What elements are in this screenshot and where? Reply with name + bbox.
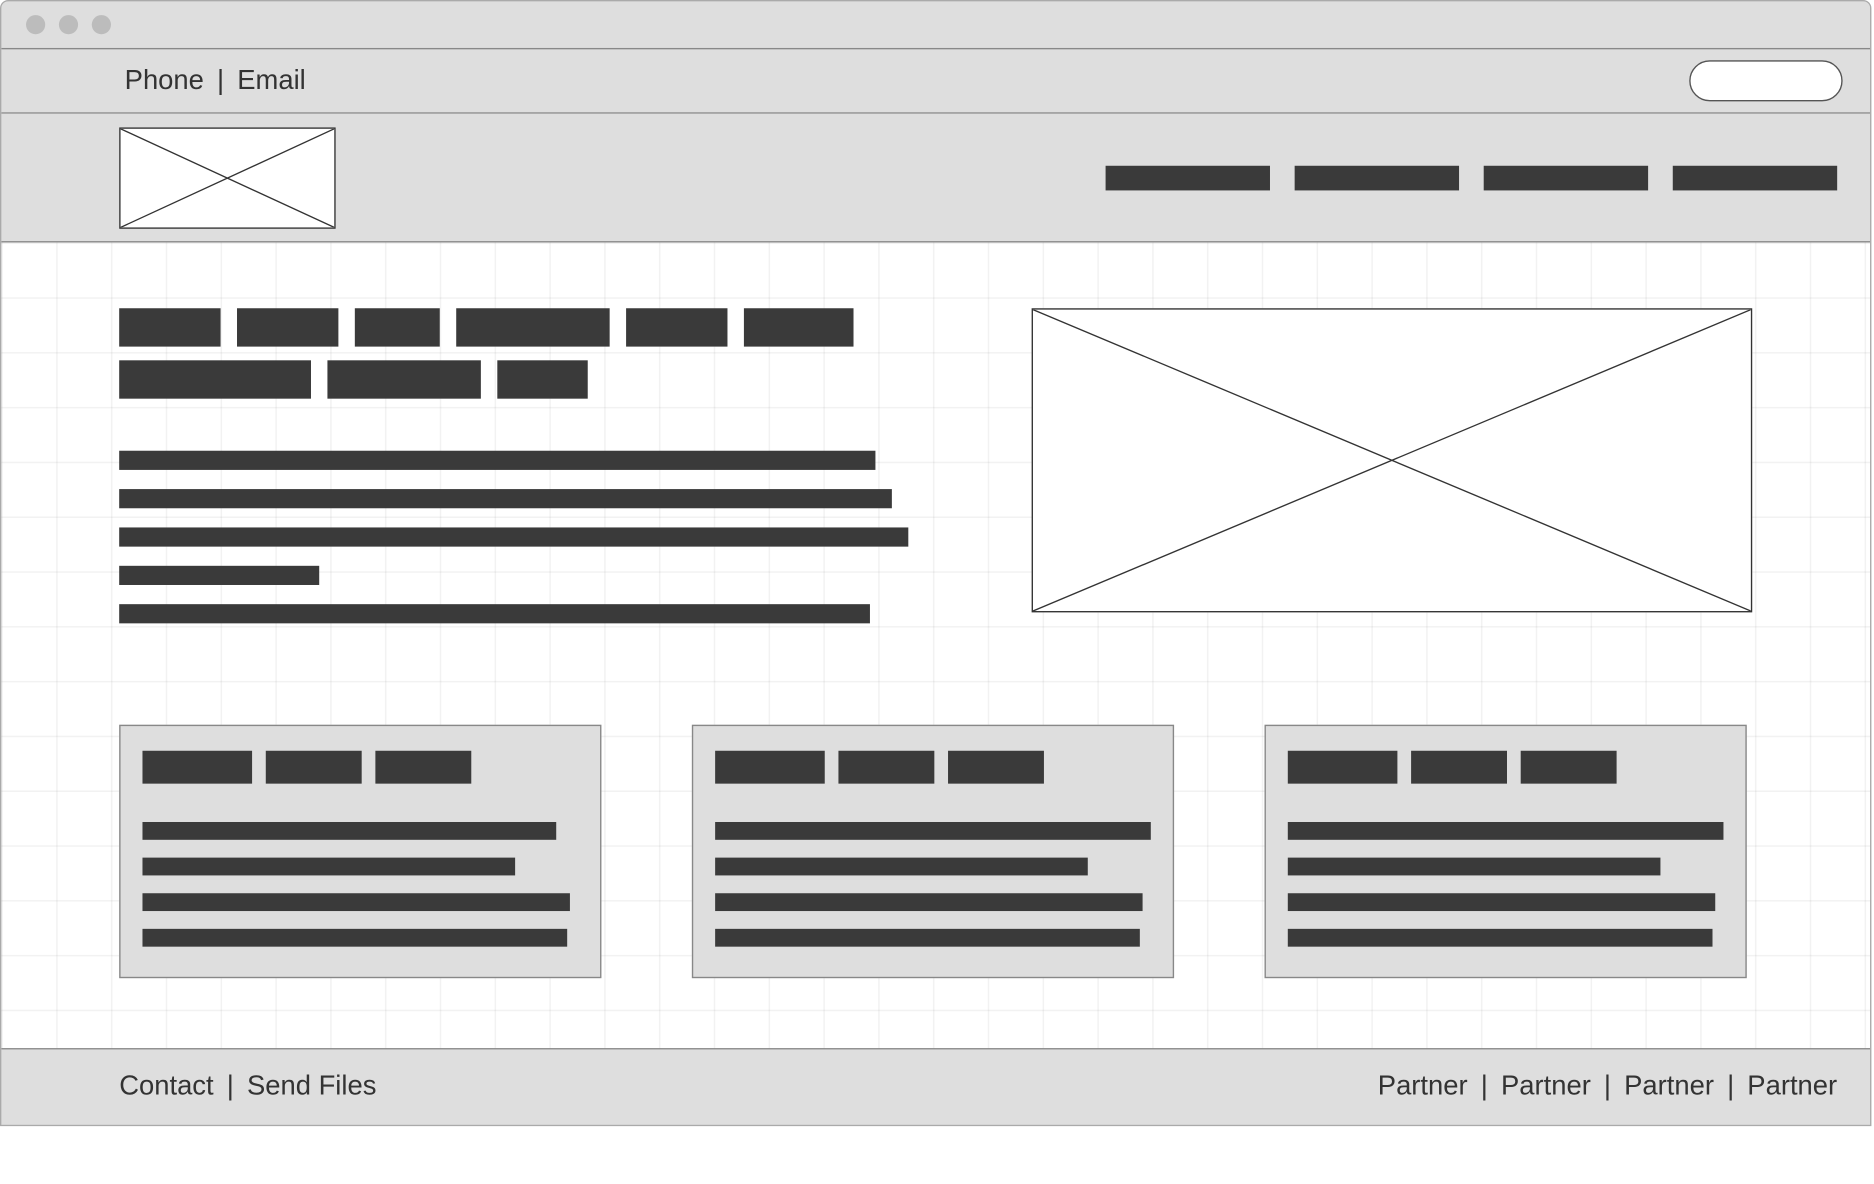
partner-link-1[interactable]: Partner xyxy=(1501,1071,1591,1101)
separator: | xyxy=(1596,1071,1618,1101)
hero-headline xyxy=(119,308,908,398)
window-maximize-dot[interactable] xyxy=(92,15,111,34)
card-title xyxy=(142,751,578,784)
hero-section xyxy=(119,308,1752,623)
nav-links xyxy=(1106,165,1838,190)
body-line-0 xyxy=(119,451,875,470)
window-minimize-dot[interactable] xyxy=(59,15,78,34)
card-body-line-2 xyxy=(1288,893,1715,911)
card-body-line-0 xyxy=(1288,822,1724,840)
card-title-word-2 xyxy=(1521,751,1617,784)
feature-card-2[interactable] xyxy=(1265,725,1747,978)
card-body-line-2 xyxy=(142,893,569,911)
card-body xyxy=(1288,822,1724,947)
card-title-word-0 xyxy=(715,751,825,784)
footer-bar: Contact | Send Files Partner | Partner |… xyxy=(1,1048,1870,1125)
page-content xyxy=(1,242,1870,1048)
nav-link-3[interactable] xyxy=(1673,165,1837,190)
feature-card-1[interactable] xyxy=(692,725,1174,978)
footer-contact-link[interactable]: Contact xyxy=(119,1071,213,1101)
card-title-word-0 xyxy=(142,751,252,784)
body-line-4 xyxy=(119,604,870,623)
headline-word-7 xyxy=(327,360,480,398)
headline-word-4 xyxy=(626,308,727,346)
body-line-2 xyxy=(119,527,908,546)
card-title-word-1 xyxy=(1411,751,1507,784)
email-link[interactable]: Email xyxy=(237,65,306,95)
card-title-word-0 xyxy=(1288,751,1398,784)
nav-link-1[interactable] xyxy=(1295,165,1459,190)
card-body-line-0 xyxy=(142,822,556,840)
logo-image-placeholder[interactable] xyxy=(119,127,335,228)
feature-cards-row xyxy=(119,725,1752,978)
card-body-line-0 xyxy=(715,822,1151,840)
window-titlebar xyxy=(1,1,1870,48)
separator: | xyxy=(227,1071,234,1101)
footer-partner-links: Partner | Partner | Partner | Partner xyxy=(1378,1071,1837,1103)
headline-word-1 xyxy=(237,308,338,346)
hero-image-placeholder xyxy=(1032,308,1753,612)
main-navbar xyxy=(1,114,1870,243)
browser-window: Phone | Email xyxy=(0,0,1871,1126)
contact-links: Phone | Email xyxy=(125,65,306,97)
window-close-dot[interactable] xyxy=(26,15,45,34)
card-title-word-2 xyxy=(948,751,1044,784)
card-body xyxy=(142,822,578,947)
card-body-line-3 xyxy=(142,929,567,947)
card-body-line-1 xyxy=(142,858,515,876)
card-body-line-3 xyxy=(1288,929,1713,947)
card-title-word-1 xyxy=(266,751,362,784)
headline-word-3 xyxy=(456,308,609,346)
cta-pill-button[interactable] xyxy=(1689,60,1842,101)
card-title-word-2 xyxy=(375,751,471,784)
footer-left-links: Contact | Send Files xyxy=(119,1071,376,1103)
partner-link-3[interactable]: Partner xyxy=(1747,1071,1837,1101)
headline-word-0 xyxy=(119,308,220,346)
feature-card-0[interactable] xyxy=(119,725,601,978)
card-body-line-1 xyxy=(715,858,1088,876)
top-utility-bar: Phone | Email xyxy=(1,48,1870,114)
separator: | xyxy=(1473,1071,1495,1101)
separator: | xyxy=(217,65,224,95)
nav-link-2[interactable] xyxy=(1484,165,1648,190)
partner-link-2[interactable]: Partner xyxy=(1624,1071,1714,1101)
nav-link-0[interactable] xyxy=(1106,165,1270,190)
headline-word-6 xyxy=(119,360,311,398)
separator: | xyxy=(1719,1071,1741,1101)
card-title xyxy=(1288,751,1724,784)
hero-body-text xyxy=(119,451,908,624)
hero-text-column xyxy=(119,308,908,623)
card-body-line-1 xyxy=(1288,858,1661,876)
headline-word-5 xyxy=(744,308,854,346)
card-title-word-1 xyxy=(838,751,934,784)
card-body-line-2 xyxy=(715,893,1142,911)
headline-word-8 xyxy=(497,360,587,398)
body-line-1 xyxy=(119,489,892,508)
body-line-3 xyxy=(119,566,319,585)
footer-send-files-link[interactable]: Send Files xyxy=(247,1071,376,1101)
card-body-line-3 xyxy=(715,929,1140,947)
placeholder-x-icon xyxy=(121,128,335,227)
card-body xyxy=(715,822,1151,947)
headline-word-2 xyxy=(355,308,440,346)
placeholder-x-icon xyxy=(1033,310,1751,611)
partner-link-0[interactable]: Partner xyxy=(1378,1071,1468,1101)
card-title xyxy=(715,751,1151,784)
phone-link[interactable]: Phone xyxy=(125,65,204,95)
